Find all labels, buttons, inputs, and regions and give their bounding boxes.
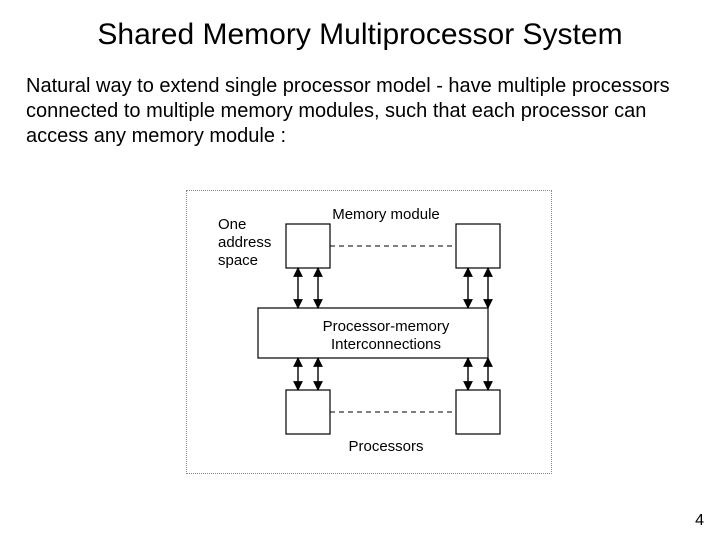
label-one-address-space: One address space xyxy=(218,216,288,270)
label-processors: Processors xyxy=(316,438,456,456)
label-interconnections: Processor-memory Interconnections xyxy=(296,318,476,354)
label-memory-module: Memory module xyxy=(316,206,456,224)
slide-title: Shared Memory Multiprocessor System xyxy=(0,18,720,52)
page-number: 4 xyxy=(695,512,704,530)
diagram: One address space Memory module Processo… xyxy=(186,190,550,472)
slide: Shared Memory Multiprocessor System Natu… xyxy=(0,0,720,540)
slide-body-text: Natural way to extend single processor m… xyxy=(26,74,684,149)
